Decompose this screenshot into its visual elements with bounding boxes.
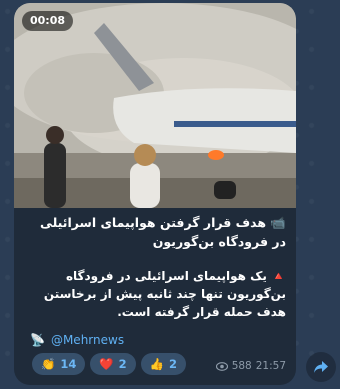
- reaction-count: 2: [169, 357, 178, 371]
- message-time: 21:57: [255, 360, 286, 372]
- video-duration: 00:08: [22, 11, 74, 31]
- reaction-heart[interactable]: ❤️ 2: [90, 353, 136, 375]
- heart-icon: ❤️: [99, 357, 114, 371]
- satellite-antenna-icon: 📡: [30, 333, 45, 347]
- reaction-clap[interactable]: 👏 14: [32, 353, 86, 375]
- clapping-hands-icon: 👏: [41, 357, 56, 371]
- message-content: 📹 هدف قرار گرفتن هواپیمای اسرائیلی در فر…: [24, 213, 286, 321]
- message-title: 📹 هدف قرار گرفتن هواپیمای اسرائیلی در فر…: [39, 215, 286, 249]
- thumbs-up-icon: 👍: [149, 357, 165, 371]
- reactions-bar: 👏 14 ❤️ 2 👍 2: [32, 353, 187, 375]
- share-arrow-icon: [314, 361, 328, 373]
- reaction-count: 14: [60, 357, 77, 371]
- source-label: @Mehrnews: [50, 333, 125, 347]
- reaction-thumbs-up[interactable]: 👍 2: [140, 353, 187, 375]
- video-frame: [14, 3, 296, 208]
- view-count: 588: [231, 360, 252, 372]
- message-meta: 588 21:57: [215, 360, 286, 372]
- reaction-count: 2: [118, 357, 127, 371]
- eye-icon: [215, 361, 228, 371]
- message-bubble[interactable]: 00:08 📹 هدف قرار گرفتن هواپیمای اسرائیلی…: [14, 3, 296, 385]
- share-button[interactable]: [306, 352, 336, 382]
- source-link[interactable]: 📡 @Mehrnews: [30, 331, 124, 349]
- message-body: 🔺 یک هواپیمای اسرائیلی در فرودگاه بن‌گور…: [43, 269, 286, 319]
- video-thumbnail[interactable]: 00:08: [14, 3, 296, 208]
